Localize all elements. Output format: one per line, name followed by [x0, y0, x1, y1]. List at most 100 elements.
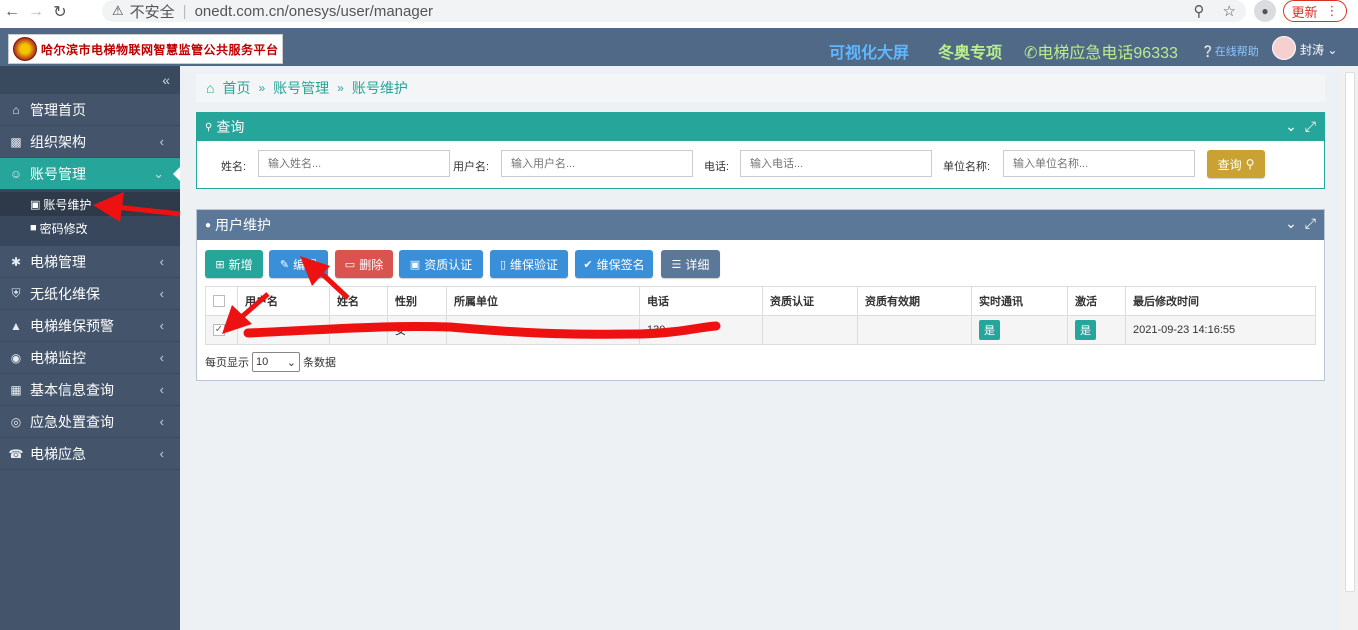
collapse-sidebar-icon[interactable]: « [0, 66, 180, 94]
user-panel: ● 用户维护 ⌄ ⤢ ⊞ 新增 ✎ 编辑 ▭ 删除 ▣ 资质认证 ▯ 维保验证 ✔ 维保签名… [196, 209, 1325, 381]
sidebar-subitem-password-change[interactable]: ■ 密码修改 [0, 216, 180, 240]
delete-button[interactable]: ▭ 删除 [335, 250, 393, 278]
page-size-select[interactable]: 10 ⌄ [252, 352, 300, 372]
sidebar-item-account-management[interactable]: ☺ 账号管理 ⌄ [0, 158, 181, 190]
winter-olympics-link[interactable]: 冬奥专项 [938, 39, 1002, 63]
sidebar-item-label: 电梯管理 [30, 253, 86, 270]
help-link[interactable]: ❔在线帮助 [1201, 43, 1259, 59]
sidebar-item-label: 账号管理 [30, 165, 86, 182]
lifebuoy-icon: ◎ [10, 414, 22, 429]
sidebar-item-organization[interactable]: ▩ 组织架构 ‹ [0, 126, 180, 158]
sidebar-item-label: 组织架构 [30, 133, 86, 150]
breadcrumb-account-management[interactable]: 账号管理 [273, 78, 329, 98]
page-scrollbar[interactable] [1342, 66, 1358, 630]
table-row[interactable]: ✓ 女 130 是 是 2021-09-23 14:16:55 [205, 315, 1316, 345]
phone-icon: ✆ [1024, 45, 1038, 62]
collapse-panel-icon[interactable]: ⌄ [1285, 118, 1297, 135]
search-icon: ⚲ [205, 121, 213, 133]
column-header[interactable]: 用户名 [237, 286, 330, 316]
page-size-prefix: 每页显示 [205, 357, 249, 369]
star-icon[interactable]: ☆ [1223, 2, 1236, 20]
column-header[interactable]: 资质有效期 [857, 286, 972, 316]
status-badge: 是 [1075, 320, 1096, 340]
sidebar-item-elevator-emergency[interactable]: ☎ 电梯应急 ‹ [0, 438, 180, 470]
id-card-icon: ▣ [409, 258, 421, 271]
add-button-label: 新增 [228, 257, 253, 272]
user-avatar[interactable] [1272, 36, 1296, 60]
add-button[interactable]: ⊞ 新增 [205, 250, 263, 278]
cell-modified: 2021-09-23 14:16:55 [1125, 315, 1316, 345]
sidebar-subitem-account-maintenance[interactable]: ▣ 账号维护 [0, 192, 180, 216]
column-header[interactable]: 资质认证 [762, 286, 858, 316]
breadcrumb-account-maintenance[interactable]: 账号维护 [352, 78, 408, 98]
user-circle-icon: ☺ [9, 166, 23, 181]
sidebar-item-basic-info-query[interactable]: ▦ 基本信息查询 ‹ [0, 374, 180, 406]
breadcrumb-separator-icon: » [337, 81, 344, 95]
user-menu[interactable]: 封涛 ⌄ [1300, 41, 1337, 58]
sidebar-item-home[interactable]: ⌂ 管理首页 [0, 94, 180, 126]
query-button[interactable]: 查询 ⚲ [1207, 150, 1265, 178]
phone-input[interactable] [740, 150, 932, 177]
table-icon: ▦ [10, 382, 22, 397]
query-panel: ⚲ 查询 ⌄ ⤢ 姓名: 用户名: 电话: 单位名称: 查询 ⚲ [196, 112, 1325, 189]
back-icon[interactable]: ← [0, 2, 24, 22]
column-header[interactable]: 电话 [639, 286, 763, 316]
page-size-control: 每页显示 10 ⌄ 条数据 [205, 352, 336, 372]
big-screen-link[interactable]: 可视化大屏 [829, 39, 909, 63]
column-header[interactable]: 所属单位 [446, 286, 640, 316]
reload-icon[interactable]: ↻ [48, 2, 72, 22]
circle-icon: ● [205, 219, 212, 231]
user-table: 用户名 姓名 性别 所属单位 电话 资质认证 资质有效期 实时通讯 激活 最后修… [205, 286, 1316, 345]
sidebar: « ⌂ 管理首页 ▩ 组织架构 ‹ ☺ 账号管理 ⌄ ▣ 账号维护 ■ 密码修改… [0, 66, 181, 630]
query-panel-header: ⚲ 查询 ⌄ ⤢ [197, 113, 1324, 141]
qualification-button-label: 资质认证 [424, 257, 473, 272]
sidebar-item-paperless-maintenance[interactable]: ⛨ 无纸化维保 ‹ [0, 278, 180, 310]
sidebar-item-emergency-query[interactable]: ◎ 应急处置查询 ‹ [0, 406, 180, 438]
address-bar[interactable]: ⚠ 不安全 | onedt.com.cn/onesys/user/manager… [102, 0, 1246, 22]
update-button[interactable]: 更新 ⋮ [1283, 0, 1347, 22]
forward-icon[interactable]: → [24, 2, 48, 22]
sidebar-item-label: 电梯应急 [30, 445, 86, 462]
sidebar-item-maintenance-warning[interactable]: ▲ 电梯维保预警 ‹ [0, 310, 180, 342]
qualification-button[interactable]: ▣ 资质认证 [399, 250, 483, 278]
collapse-panel-icon[interactable]: ⌄ [1285, 215, 1297, 232]
name-input[interactable] [258, 150, 450, 177]
breadcrumb-home[interactable]: 首页 [222, 78, 250, 98]
more-vert-icon: ⋮ [1325, 3, 1339, 18]
question-icon: ❔ [1201, 46, 1215, 58]
chevron-left-icon: ‹ [159, 254, 164, 269]
zoom-icon[interactable]: ⚲ [1194, 2, 1205, 20]
detail-button[interactable]: ☰ 详细 [661, 250, 720, 278]
username-input[interactable] [501, 150, 693, 177]
user-panel-title: 用户维护 [215, 217, 272, 233]
platform-logo[interactable]: 哈尔滨市电梯物联网智慧监管公共服务平台 [8, 34, 283, 64]
column-header[interactable]: 最后修改时间 [1125, 286, 1316, 316]
expand-panel-icon[interactable]: ⤢ [1305, 118, 1316, 135]
maintenance-verify-button[interactable]: ▯ 维保验证 [490, 250, 568, 278]
chevron-left-icon: ‹ [159, 350, 164, 365]
query-button-label: 查询 [1217, 157, 1242, 172]
scrollbar-thumb[interactable] [1345, 72, 1355, 592]
chevron-left-icon: ‹ [159, 382, 164, 397]
sidebar-item-label: 电梯监控 [30, 349, 86, 366]
column-header[interactable]: 实时通讯 [971, 286, 1068, 316]
breadcrumb-separator-icon: » [258, 81, 266, 95]
column-header[interactable]: 姓名 [329, 286, 388, 316]
sidebar-item-elevator-management[interactable]: ✱ 电梯管理 ‹ [0, 246, 180, 278]
account-submenu: ▣ 账号维护 ■ 密码修改 [0, 190, 180, 246]
search-form: 姓名: 用户名: 电话: 单位名称: 查询 ⚲ [197, 141, 1324, 187]
expand-panel-icon[interactable]: ⤢ [1305, 215, 1316, 232]
edit-button[interactable]: ✎ 编辑 [269, 250, 328, 278]
profile-icon[interactable]: ● [1254, 0, 1276, 22]
column-header[interactable]: 性别 [387, 286, 447, 316]
list-icon: ☰ [671, 258, 682, 271]
row-checkbox[interactable]: ✓ [213, 324, 225, 337]
edit-icon: ✎ [279, 258, 290, 271]
chevron-left-icon: ‹ [159, 134, 164, 149]
url-text[interactable]: onedt.com.cn/onesys/user/manager [195, 3, 433, 20]
select-all-checkbox[interactable] [213, 295, 225, 308]
sidebar-item-elevator-monitoring[interactable]: ◉ 电梯监控 ‹ [0, 342, 180, 374]
maintenance-sign-button[interactable]: ✔ 维保签名 [575, 250, 653, 278]
column-header[interactable]: 激活 [1067, 286, 1126, 316]
unit-name-input[interactable] [1003, 150, 1195, 177]
